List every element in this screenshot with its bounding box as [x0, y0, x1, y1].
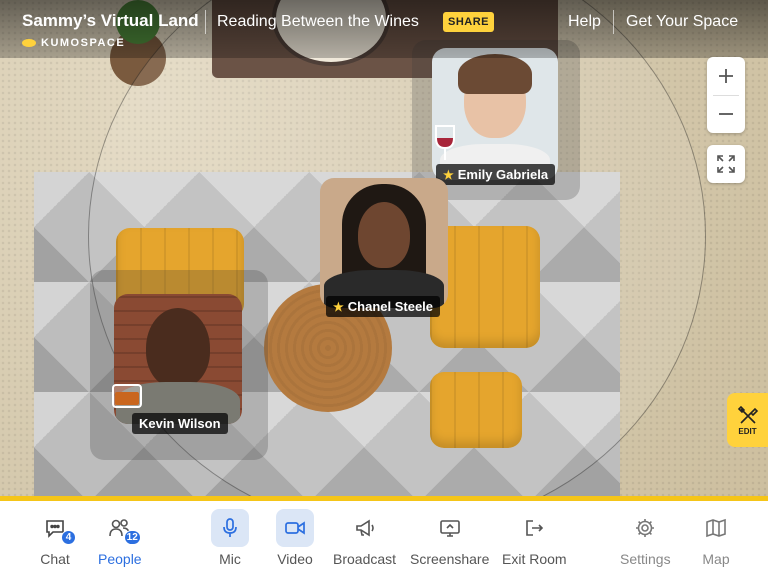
participant-name: Emily Gabriela — [457, 167, 549, 182]
space-name: Sammy’s Virtual Land — [22, 11, 199, 30]
mic-label: Mic — [219, 551, 241, 567]
exit-room-label: Exit Room — [502, 551, 567, 567]
settings-button[interactable]: Settings — [620, 509, 671, 567]
get-your-space-link[interactable]: Get Your Space — [626, 13, 738, 31]
map-icon-wrap — [697, 509, 735, 547]
star-icon: ★ — [333, 300, 344, 314]
people-button[interactable]: 12 People — [98, 509, 142, 567]
broadcast-icon-wrap — [346, 509, 384, 547]
exit-icon-wrap — [515, 509, 553, 547]
participant-video-chanel[interactable] — [320, 178, 448, 308]
whiskey-glass-icon — [112, 384, 142, 408]
top-bar: Sammy’s Virtual Land KUMOSPACE Reading B… — [0, 0, 768, 58]
participant-nametag: ★ Emily Gabriela — [436, 164, 556, 185]
mic-icon — [223, 518, 237, 537]
virtual-room-canvas[interactable]: ★ Emily Gabriela ★ Chanel Steele Kevin Wil… — [0, 0, 768, 496]
armchair-right-bottom — [430, 372, 522, 448]
map-button[interactable]: Map — [697, 509, 735, 567]
minus-icon — [719, 113, 733, 115]
screenshare-icon — [439, 520, 460, 537]
edit-label: EDIT — [738, 426, 757, 436]
exit-room-button[interactable]: Exit Room — [502, 509, 567, 567]
mic-button[interactable]: Mic — [211, 509, 249, 567]
plus-icon — [719, 69, 733, 83]
chat-count-badge: 4 — [61, 530, 76, 545]
share-button[interactable]: SHARE — [443, 12, 495, 32]
chat-button[interactable]: 4 Chat — [36, 509, 76, 567]
chat-label: Chat — [40, 551, 70, 567]
edit-button[interactable]: EDIT — [727, 393, 768, 447]
participant-name: Kevin Wilson — [139, 416, 221, 431]
participant-face — [146, 308, 210, 388]
people-label: People — [98, 551, 142, 567]
brand-name: KUMOSPACE — [41, 37, 126, 49]
gear-icon — [636, 519, 655, 537]
settings-label: Settings — [620, 551, 671, 567]
help-link[interactable]: Help — [568, 13, 601, 31]
participant-name: Chanel Steele — [347, 299, 434, 314]
broadcast-label: Broadcast — [333, 551, 397, 567]
divider — [205, 10, 206, 34]
room-name: Reading Between the Wines — [217, 13, 419, 30]
hair — [458, 54, 532, 94]
chat-icon-wrap: 4 — [36, 509, 76, 547]
broadcast-button[interactable]: Broadcast — [333, 509, 396, 567]
divider — [613, 10, 614, 34]
video-button[interactable]: Video — [276, 509, 314, 567]
zoom-in-button[interactable] — [707, 57, 745, 95]
star-icon: ★ — [443, 168, 454, 182]
participant-face — [358, 202, 410, 268]
participant-nametag: Kevin Wilson — [132, 413, 228, 434]
video-icon-wrap — [276, 509, 314, 547]
settings-icon-wrap — [626, 509, 664, 547]
expand-icon — [717, 155, 735, 173]
screenshare-label: Screenshare — [410, 551, 490, 567]
map-icon — [706, 518, 726, 538]
wine-glass-icon — [435, 125, 455, 160]
fullscreen-button[interactable] — [707, 145, 745, 183]
participant-nametag: ★ Chanel Steele — [326, 296, 441, 317]
megaphone-icon — [355, 519, 374, 537]
people-icon-wrap: 12 — [101, 509, 141, 547]
tools-icon — [737, 405, 758, 424]
exit-icon — [526, 520, 544, 536]
zoom-controls — [707, 57, 745, 133]
zoom-out-button[interactable] — [707, 95, 745, 133]
cloud-logo-icon — [22, 39, 36, 47]
video-label: Video — [277, 551, 313, 567]
bottom-toolbar: 4 Chat 12 People Mic Video Broadcast Scr… — [0, 496, 768, 576]
map-label: Map — [702, 551, 730, 567]
kumospace-logo[interactable]: KUMOSPACE — [22, 37, 125, 49]
mic-icon-wrap — [211, 509, 249, 547]
video-icon — [285, 521, 305, 535]
people-count-badge: 12 — [123, 530, 141, 545]
screenshare-icon-wrap — [431, 509, 469, 547]
screenshare-button[interactable]: Screenshare — [410, 509, 489, 567]
